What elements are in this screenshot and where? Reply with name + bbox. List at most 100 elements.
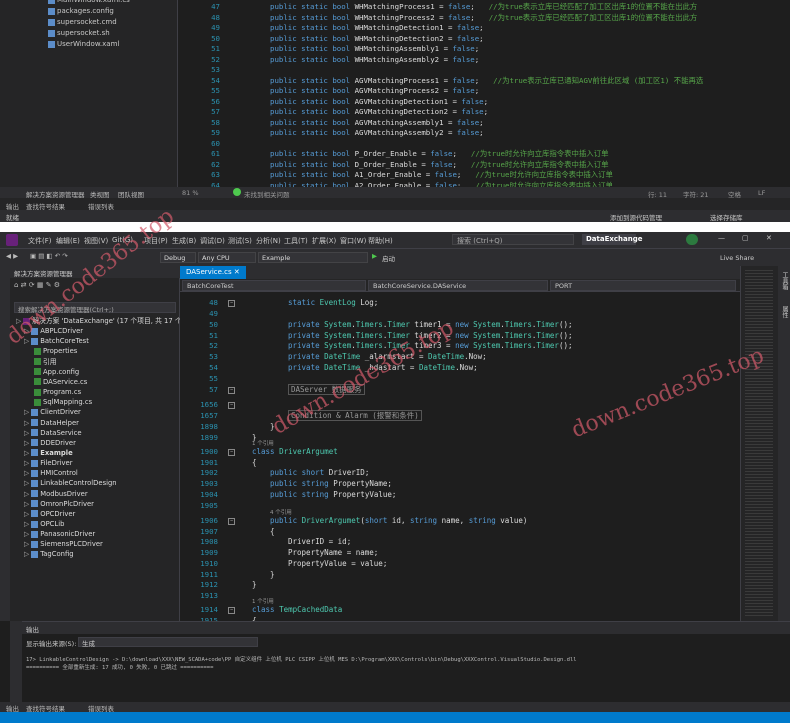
expand-arrow-icon[interactable]: ▷ — [24, 510, 29, 518]
cs-file-icon — [34, 358, 41, 366]
properties-tab[interactable]: 属性 — [780, 306, 789, 318]
collapse-toggle-icon[interactable]: − — [228, 449, 235, 456]
expand-arrow-icon[interactable]: ▷ — [24, 479, 29, 487]
code-text: public string PropertyName; — [270, 479, 392, 490]
code-editor[interactable]: 48 static EventLog Log; 49 50 private System… — [180, 292, 740, 625]
avatar[interactable] — [686, 234, 698, 245]
se-tree-row[interactable]: ▷ DataService — [24, 428, 82, 438]
search-input[interactable]: 搜索 (Ctrl+Q) — [452, 234, 574, 245]
tree-item[interactable]: packages.config — [48, 7, 114, 15]
se-tree-row[interactable]: ▷ OPCDriver — [24, 509, 75, 519]
tab-daservice[interactable]: DAService.cs ✕ — [180, 266, 246, 279]
code-line: 54 public static bool AGVMatchingProcess1… — [178, 76, 790, 87]
se-tree-row[interactable]: Properties — [32, 346, 77, 356]
live-share-button[interactable]: Live Share — [720, 254, 754, 262]
tree-item[interactable]: UserWindow.xaml — [48, 40, 119, 48]
output-source-select[interactable]: 生成 — [78, 637, 258, 648]
start-button[interactable]: 启动 — [382, 253, 395, 263]
se-tree-row[interactable]: App.config — [32, 367, 79, 377]
se-tree-row[interactable]: ▷ LinkableControlDesign — [24, 478, 117, 488]
minimize-icon[interactable]: — — [718, 234, 725, 242]
expand-arrow-icon[interactable]: ▷ — [24, 490, 29, 498]
tree-item[interactable]: supersocket.sh — [48, 29, 110, 37]
start-icon[interactable]: ▶ — [372, 252, 377, 260]
se-tree-row[interactable]: ▷ TagConfig — [24, 549, 74, 559]
menu-item[interactable]: 帮助(H) — [368, 236, 393, 246]
expand-arrow-icon[interactable]: ▷ — [24, 449, 29, 457]
se-tree-row[interactable]: ▷ ModbusDriver — [24, 489, 88, 499]
se-tree-row[interactable]: ▷ SiemensPLCDriver — [24, 539, 103, 549]
expand-arrow-icon[interactable]: ▷ — [24, 540, 29, 548]
platform-select[interactable]: Any CPU — [198, 252, 256, 263]
reference-count[interactable]: 1 个引用 — [252, 439, 274, 447]
zoom-level[interactable]: 81 % — [182, 189, 199, 197]
menu-item[interactable]: 视图(V) — [84, 236, 108, 246]
se-tree-row[interactable]: ▷ ClientDriver — [24, 407, 81, 417]
se-tree-row[interactable]: SqlMapping.cs — [32, 397, 92, 407]
se-tree-row[interactable]: 引用 — [32, 357, 57, 367]
expand-arrow-icon[interactable]: ▷ — [24, 419, 29, 427]
se-tree-row[interactable]: DAService.cs — [32, 377, 87, 387]
collapse-toggle-icon[interactable]: − — [228, 607, 235, 614]
se-tree-row[interactable]: ▷ HMIControl — [24, 468, 78, 478]
toolbar-icons[interactable]: ▣ ▤ ◧ ↶ ↷ — [30, 252, 68, 260]
line-number: 53 — [209, 352, 218, 362]
expand-arrow-icon[interactable]: ▷ — [24, 439, 29, 447]
expand-arrow-icon[interactable]: ▷ — [24, 530, 29, 538]
expand-arrow-icon[interactable]: ▷ — [24, 408, 29, 416]
menu-item[interactable]: 分析(N) — [256, 236, 281, 246]
startup-project-select[interactable]: Example — [258, 252, 368, 263]
se-tree-row[interactable]: ▷ BatchCoreTest — [24, 336, 89, 346]
se-tree-row[interactable]: ▷ Example — [24, 448, 73, 458]
expand-arrow-icon[interactable]: ▷ — [24, 459, 29, 467]
expand-arrow-icon[interactable]: ▷ — [24, 429, 29, 437]
collapse-toggle-icon[interactable]: − — [228, 300, 235, 307]
add-source-control[interactable]: 添加到源代码管理 — [610, 212, 662, 222]
close-icon[interactable]: ✕ — [766, 234, 772, 242]
reference-count[interactable]: 4 个引用 — [270, 508, 292, 516]
collapse-toggle-icon[interactable]: − — [228, 402, 235, 409]
menu-item[interactable]: 测试(S) — [228, 236, 252, 246]
code-statement: public static bool WHMatchingProcess2 = … — [270, 12, 475, 22]
se-tree-row[interactable]: ▷ DataHelper — [24, 418, 79, 428]
menu-item[interactable]: 编辑(E) — [56, 236, 80, 246]
se-tree-row[interactable]: ▷ DDEDriver — [24, 438, 76, 448]
menu-item[interactable]: 生成(B) — [172, 236, 196, 246]
menu-item[interactable]: 扩展(X) — [312, 236, 336, 246]
expand-arrow-icon[interactable]: ▷ — [24, 469, 29, 477]
reference-count[interactable]: 1 个引用 — [252, 597, 274, 605]
se-toolbar[interactable]: ⌂ ⇄ ⟳ ▦ ✎ ⚙ — [14, 281, 60, 289]
se-tree-row[interactable]: ▷ PanasonicDriver — [24, 529, 95, 539]
tree-item[interactable]: MainWindow.xaml.cs — [48, 0, 130, 4]
toolbox-tab[interactable]: 工具箱 — [780, 272, 789, 290]
menu-item[interactable]: 文件(F) — [28, 236, 52, 246]
project-nav-select[interactable]: BatchCoreTest — [182, 280, 366, 291]
code-line: 1909 PropertyName = name; — [180, 548, 740, 559]
code-line: 53 — [178, 65, 790, 76]
editor-minimap[interactable] — [740, 266, 778, 621]
collapse-toggle-icon[interactable]: − — [228, 518, 235, 525]
line-number: 51 — [209, 330, 218, 340]
code-line: 50 public static bool WHMatchingDetection… — [178, 34, 790, 45]
se-tree-row[interactable]: ▷ FileDriver — [24, 458, 73, 468]
expand-arrow-icon[interactable]: ▷ — [24, 550, 29, 558]
se-tree-row[interactable]: ▷ OmronPlcDriver — [24, 499, 94, 509]
menu-item[interactable]: 工具(T) — [284, 236, 308, 246]
menu-item[interactable]: 调试(D) — [200, 236, 225, 246]
code-line: 49 — [180, 309, 740, 320]
nav-back-icon[interactable]: ◀ ▶ — [6, 252, 18, 260]
maximize-icon[interactable]: ▢ — [742, 234, 749, 242]
cs-file-icon — [34, 378, 41, 386]
member-nav-select[interactable]: PORT — [550, 280, 736, 291]
se-tree-row[interactable]: ▷ OPCLib — [24, 519, 64, 529]
tree-item[interactable]: supersocket.cmd — [48, 18, 117, 26]
menu-item[interactable]: 窗口(W) — [340, 236, 366, 246]
se-tree-row[interactable]: Program.cs — [32, 387, 81, 397]
select-repo[interactable]: 选择存储库 — [710, 212, 743, 222]
expand-arrow-icon[interactable]: ▷ — [24, 520, 29, 528]
code-line: 1898} — [180, 422, 740, 433]
type-nav-select[interactable]: BatchCoreService.DAService — [368, 280, 548, 291]
expand-arrow-icon[interactable]: ▷ — [24, 500, 29, 508]
config-select[interactable]: Debug — [160, 252, 196, 263]
collapse-toggle-icon[interactable]: − — [228, 387, 235, 394]
